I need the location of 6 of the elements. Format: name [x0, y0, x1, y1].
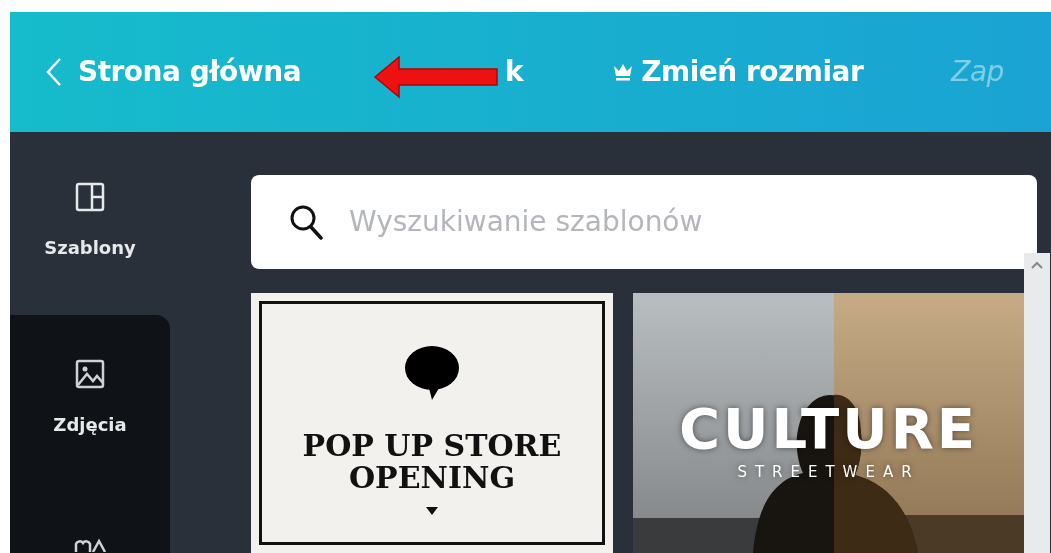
search-bar[interactable]: Wyszukiwanie szablonów [251, 175, 1037, 269]
file-menu[interactable]: k [505, 51, 524, 93]
resize-button[interactable]: Zmień rozmiar [613, 51, 864, 93]
template-card[interactable]: POP UP STORE OPENING [251, 293, 613, 553]
back-link[interactable]: Strona główna [46, 51, 302, 93]
poster-title: POP UP STORE OPENING [301, 430, 563, 493]
